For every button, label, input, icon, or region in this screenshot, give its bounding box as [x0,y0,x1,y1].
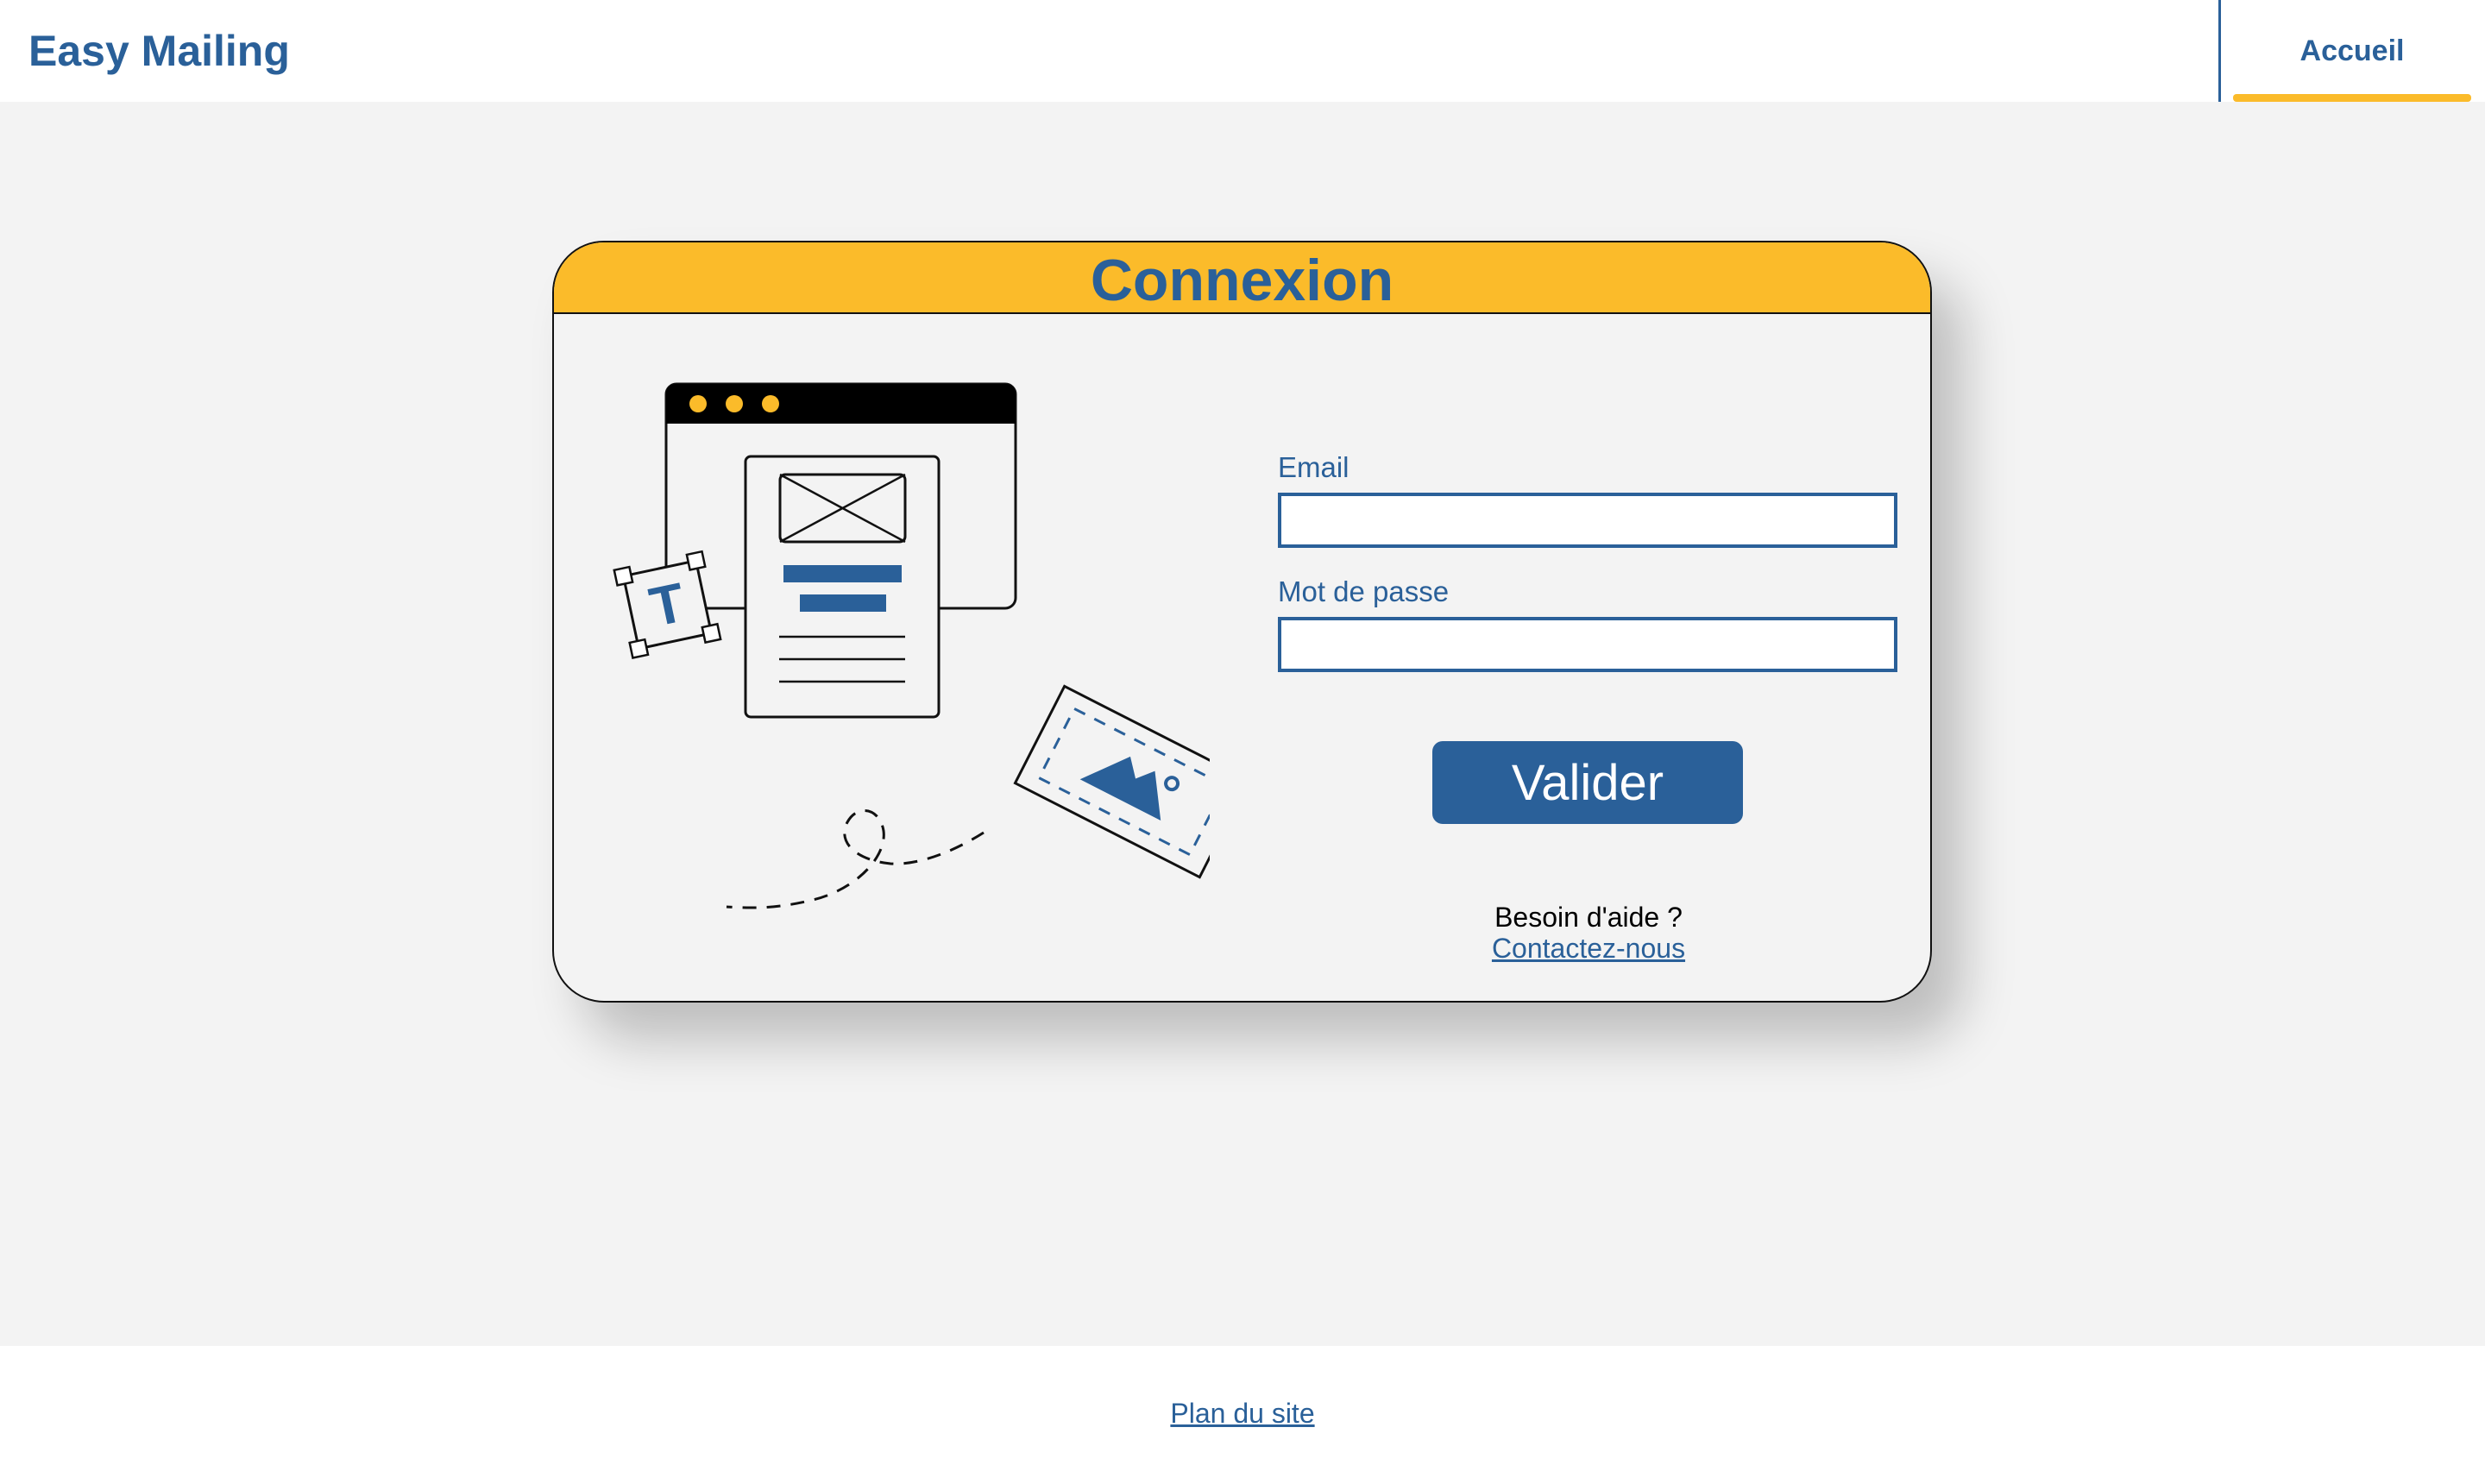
submit-button[interactable]: Valider [1432,741,1743,824]
active-nav-indicator [2233,94,2471,102]
login-card-header: Connexion [554,242,1930,314]
dashed-path [726,809,985,909]
nav-item-accueil[interactable]: Accueil [2233,0,2471,102]
page-title: Connexion [1090,247,1394,313]
password-label: Mot de passe [1278,575,1450,607]
site-footer: Plan du site [0,1346,2485,1484]
mailing-illustration: T [613,382,1210,909]
help-text: Besoin d'aide ? [1494,902,1683,933]
nav-divider [2218,0,2221,102]
password-field[interactable] [1278,617,1897,672]
top-header: Easy Mailing Accueil [0,0,2485,102]
image-card-icon [1013,684,1210,879]
email-field[interactable] [1278,493,1897,548]
email-template-icon [744,455,941,719]
contact-link[interactable]: Contactez-nous [1364,933,1813,965]
brand-logo[interactable]: Easy Mailing [28,26,290,76]
login-card: Connexion T Email Mot de passe Valider B… [552,241,1932,1003]
sitemap-link[interactable]: Plan du site [0,1398,2485,1430]
text-tool-icon: T [613,550,722,660]
email-label: Email [1278,451,1349,483]
